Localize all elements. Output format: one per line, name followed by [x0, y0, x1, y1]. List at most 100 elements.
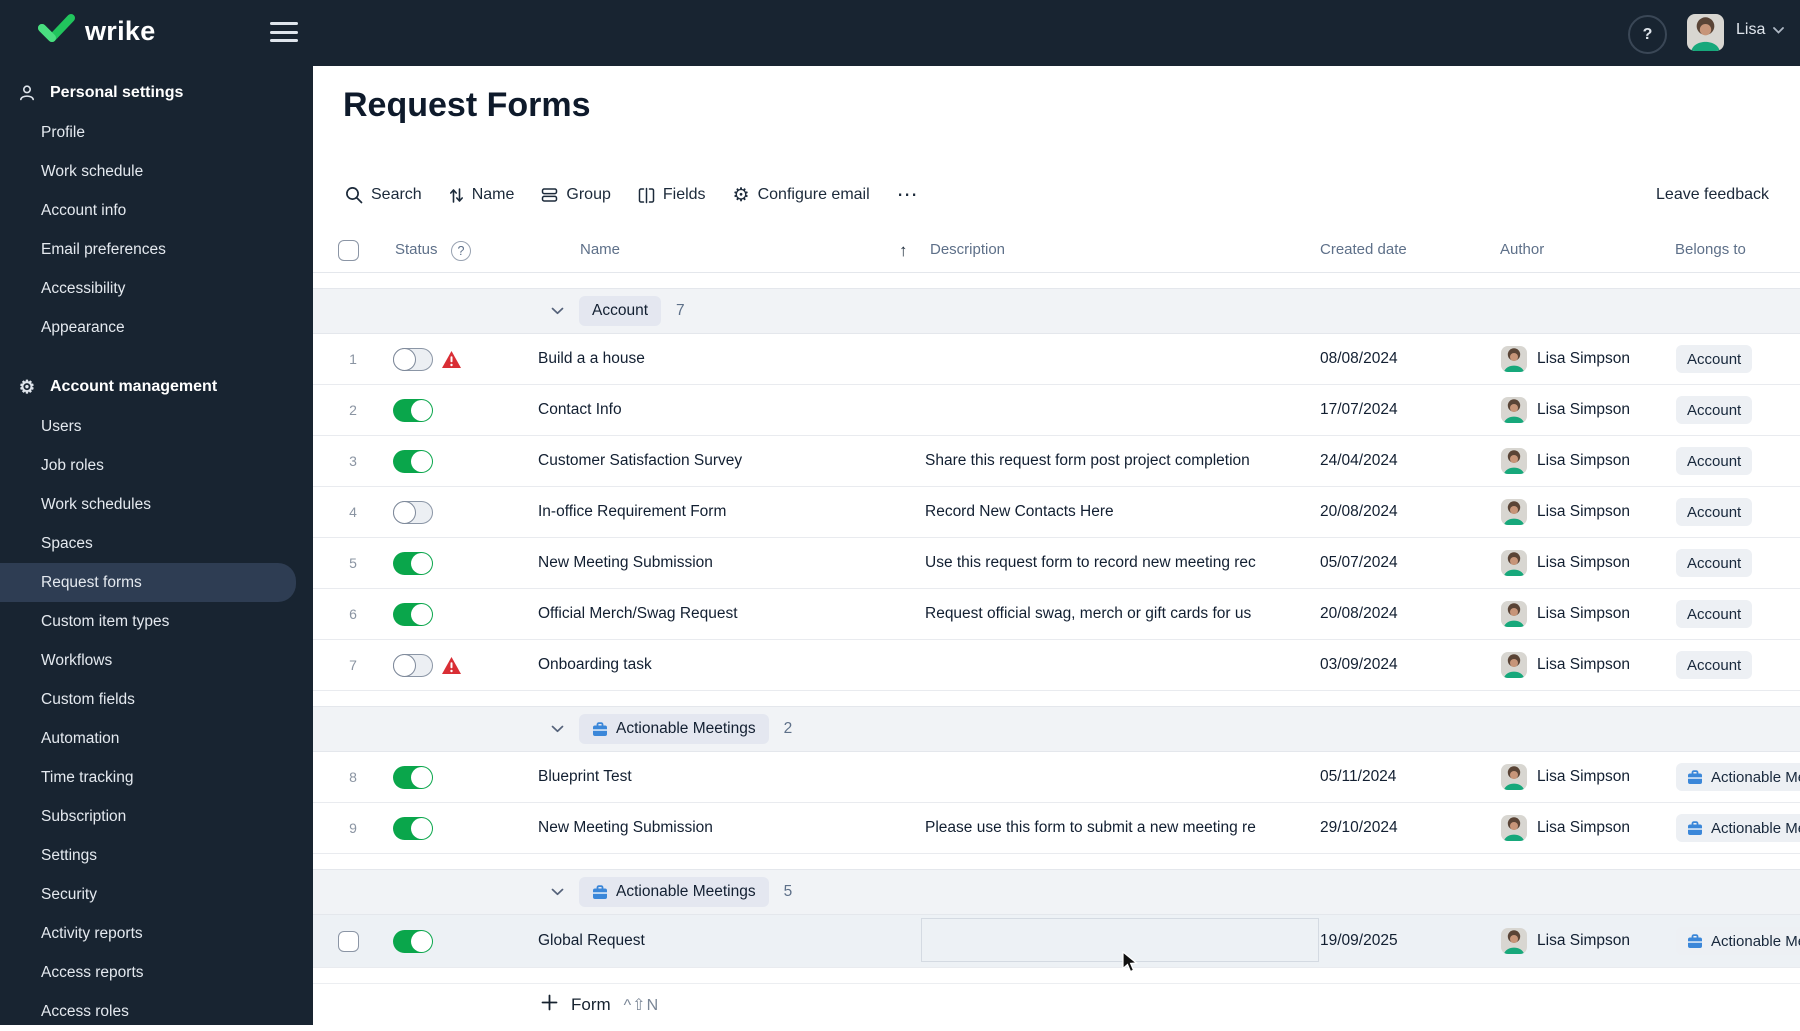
- sidebar-item-security[interactable]: Security: [0, 875, 296, 914]
- sidebar-item-access-reports[interactable]: Access reports: [0, 953, 296, 992]
- form-name[interactable]: Global Request: [538, 915, 913, 967]
- sidebar-item-custom-fields[interactable]: Custom fields: [0, 680, 296, 719]
- sidebar-item-time-tracking[interactable]: Time tracking: [0, 758, 296, 797]
- sidebar-item-account-info[interactable]: Account info: [0, 191, 296, 230]
- status-toggle-off[interactable]: [393, 500, 433, 524]
- author-avatar: [1501, 764, 1527, 790]
- table-row[interactable]: 1 Build a a house 08/08/2024 Lisa Simpson Ac…: [313, 334, 1800, 385]
- configure-email-button[interactable]: ⚙ Configure email: [733, 184, 870, 207]
- row-number: 9: [349, 820, 357, 836]
- status-toggle-on[interactable]: [393, 765, 433, 789]
- group-collapse-chevron-icon[interactable]: [551, 888, 564, 896]
- author-cell: Lisa Simpson: [1501, 487, 1630, 537]
- description-column-header[interactable]: Description: [930, 241, 1005, 258]
- sidebar-item-spaces[interactable]: Spaces: [0, 524, 296, 563]
- chevron-down-icon: [1773, 21, 1785, 39]
- sidebar-item-work-schedules[interactable]: Work schedules: [0, 485, 296, 524]
- sort-by-name-button[interactable]: Name: [449, 186, 514, 204]
- sidebar-item-appearance[interactable]: Appearance: [0, 308, 296, 347]
- form-name[interactable]: Build a a house: [538, 334, 913, 384]
- sidebar-item-work-schedule[interactable]: Work schedule: [0, 152, 296, 191]
- gear-icon: ⚙: [18, 376, 36, 397]
- help-icon[interactable]: ?: [1628, 15, 1667, 54]
- status-toggle-on[interactable]: [393, 449, 433, 473]
- author-avatar: [1501, 601, 1527, 627]
- table-row[interactable]: 5 New Meeting Submission Use this request …: [313, 538, 1800, 589]
- table-row[interactable]: 8 Blueprint Test 05/11/2024 Lisa Simpson Act…: [313, 752, 1800, 803]
- form-name[interactable]: Blueprint Test: [538, 752, 913, 802]
- status-toggle-on[interactable]: [393, 602, 433, 626]
- sidebar-item-custom-item-types[interactable]: Custom item types: [0, 602, 296, 641]
- author-cell: Lisa Simpson: [1501, 915, 1630, 967]
- sidebar-item-request-forms[interactable]: Request forms: [0, 563, 296, 602]
- form-name[interactable]: In-office Requirement Form: [538, 487, 913, 537]
- toolbar: Search Name Group Fields ⚙ Configure ema…: [345, 178, 919, 212]
- table-row[interactable]: 9 New Meeting Submission Please use this f…: [313, 803, 1800, 854]
- user-menu[interactable]: Lisa: [1736, 21, 1785, 39]
- belongs-to-pill: Account: [1676, 345, 1753, 373]
- table-row[interactable]: 2 Contact Info 17/07/2024 Lisa Simpson Accou…: [313, 385, 1800, 436]
- table-row[interactable]: Global Request 19/09/2025 Lisa Simpson Acti…: [313, 915, 1800, 968]
- briefcase-icon: [592, 884, 608, 900]
- description-cell-highlight[interactable]: [921, 918, 1319, 962]
- group-header-row[interactable]: Actionable Meetings 2: [313, 706, 1800, 752]
- sort-direction-icon[interactable]: ↑: [899, 241, 908, 261]
- author-avatar: [1501, 499, 1527, 525]
- leave-feedback-link[interactable]: Leave feedback: [1656, 186, 1769, 204]
- sidebar-item-subscription[interactable]: Subscription: [0, 797, 296, 836]
- form-name[interactable]: Onboarding task: [538, 640, 913, 690]
- status-help-icon[interactable]: ?: [451, 241, 471, 261]
- user-avatar[interactable]: [1687, 14, 1724, 51]
- author-name: Lisa Simpson: [1537, 350, 1631, 367]
- created-date-column-header[interactable]: Created date: [1320, 241, 1407, 258]
- fields-columns-icon: [638, 187, 655, 204]
- sidebar-item-settings[interactable]: Settings: [0, 836, 296, 875]
- group-button[interactable]: Group: [541, 186, 611, 204]
- group-collapse-chevron-icon[interactable]: [551, 725, 564, 733]
- status-toggle-on[interactable]: [393, 929, 433, 953]
- table-header-row: Status ? Name ↑ Description Created date…: [313, 230, 1800, 273]
- wrike-logo[interactable]: wrike: [38, 14, 156, 49]
- status-column-header[interactable]: Status: [395, 241, 438, 258]
- sidebar-item-access-roles[interactable]: Access roles: [0, 992, 296, 1031]
- form-name[interactable]: Official Merch/Swag Request: [538, 589, 913, 639]
- author-column-header[interactable]: Author: [1500, 241, 1544, 258]
- status-toggle-on[interactable]: [393, 398, 433, 422]
- form-name[interactable]: Customer Satisfaction Survey: [538, 436, 913, 486]
- select-all-checkbox[interactable]: [338, 240, 359, 261]
- group-collapse-chevron-icon[interactable]: [551, 307, 564, 315]
- table-row[interactable]: 4 In-office Requirement Form Record New Co…: [313, 487, 1800, 538]
- user-name: Lisa: [1736, 21, 1766, 38]
- name-column-header[interactable]: Name: [580, 241, 620, 258]
- sidebar-item-email-preferences[interactable]: Email preferences: [0, 230, 296, 269]
- sidebar-item-activity-reports[interactable]: Activity reports: [0, 914, 296, 953]
- form-name[interactable]: New Meeting Submission: [538, 803, 913, 853]
- form-name[interactable]: New Meeting Submission: [538, 538, 913, 588]
- sidebar-item-users[interactable]: Users: [0, 407, 296, 446]
- hamburger-menu-icon[interactable]: [270, 20, 298, 44]
- status-toggle-on[interactable]: [393, 551, 433, 575]
- belongs-to-column-header[interactable]: Belongs to: [1675, 241, 1746, 258]
- status-toggle-on[interactable]: [393, 816, 433, 840]
- sidebar-item-accessibility[interactable]: Accessibility: [0, 269, 296, 308]
- status-toggle-off[interactable]: [393, 653, 433, 677]
- sidebar-item-profile[interactable]: Profile: [0, 113, 296, 152]
- group-header-row[interactable]: Account 7: [313, 288, 1800, 334]
- sidebar-item-job-roles[interactable]: Job roles: [0, 446, 296, 485]
- group-header-row[interactable]: Actionable Meetings 5: [313, 869, 1800, 915]
- row-checkbox[interactable]: [338, 930, 359, 952]
- more-options-button[interactable]: ⋯: [897, 184, 919, 205]
- author-cell: Lisa Simpson: [1501, 589, 1630, 639]
- sidebar-item-automation[interactable]: Automation: [0, 719, 296, 758]
- status-toggle-off[interactable]: [393, 347, 433, 371]
- form-description: Please use this form to submit a new mee…: [925, 819, 1256, 836]
- form-name[interactable]: Contact Info: [538, 385, 913, 435]
- table-row[interactable]: 3 Customer Satisfaction Survey Share this …: [313, 436, 1800, 487]
- add-form-button[interactable]: Form ^⇧N: [541, 994, 659, 1016]
- belongs-to-label: Account: [1687, 554, 1742, 572]
- fields-button[interactable]: Fields: [638, 186, 706, 204]
- table-row[interactable]: 7 Onboarding task 03/09/2024 Lisa Simpson Ac…: [313, 640, 1800, 691]
- table-row[interactable]: 6 Official Merch/Swag Request Request offi…: [313, 589, 1800, 640]
- search-button[interactable]: Search: [345, 186, 422, 204]
- sidebar-item-workflows[interactable]: Workflows: [0, 641, 296, 680]
